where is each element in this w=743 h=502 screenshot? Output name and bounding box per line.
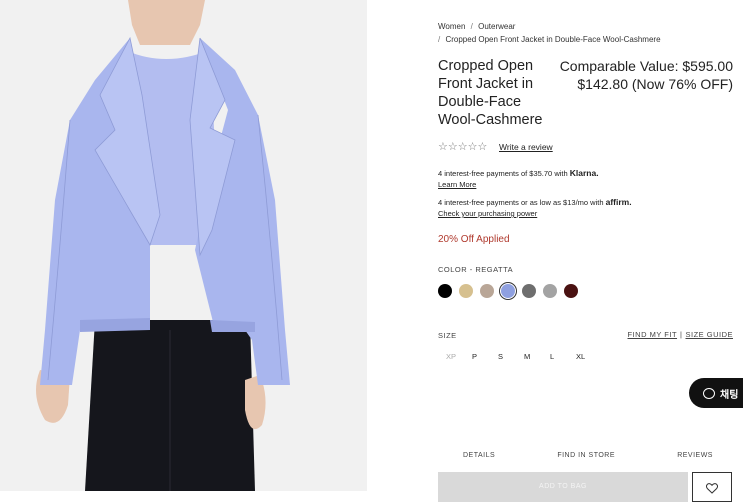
product-title: Cropped Open Front Jacket in Double-Face…: [438, 58, 543, 128]
chat-bubble-icon: [703, 387, 715, 399]
add-to-bag-button[interactable]: ADD TO BAG: [438, 472, 688, 502]
product-image[interactable]: [0, 0, 367, 491]
color-swatch[interactable]: [499, 282, 517, 300]
size-guide-link[interactable]: SIZE GUIDE: [685, 330, 733, 339]
size-option[interactable]: M: [516, 352, 542, 361]
discount-note: 20% Off Applied: [438, 234, 510, 245]
wishlist-button[interactable]: [692, 472, 732, 502]
klarna-info: 4 interest-free payments of $35.70 with …: [438, 168, 599, 190]
color-swatch[interactable]: [543, 284, 557, 298]
color-swatch[interactable]: [438, 284, 452, 298]
color-swatch[interactable]: [480, 284, 494, 298]
breadcrumb-separator: /: [438, 35, 441, 44]
color-label: COLOR - REGATTA: [438, 265, 513, 274]
product-details: Women / Outerwear / Cropped Open Front J…: [438, 0, 738, 491]
fit-links-divider: |: [680, 330, 683, 339]
price-block: Comparable Value: $595.00 $142.80 (Now 7…: [560, 57, 733, 93]
color-swatch[interactable]: [522, 284, 536, 298]
breadcrumb-current: Cropped Open Front Jacket in Double-Face…: [445, 35, 661, 44]
klarna-learn-more-link[interactable]: Learn More: [438, 179, 599, 190]
comparable-value: Comparable Value: $595.00: [559, 58, 733, 74]
affirm-info: 4 interest-free payments or as low as $1…: [438, 197, 632, 219]
rating-stars: ☆☆☆☆☆: [438, 141, 488, 153]
chat-button[interactable]: 채팅: [689, 378, 743, 408]
size-option[interactable]: XL: [568, 352, 594, 361]
product-photo-illustration: [0, 0, 367, 491]
tab-find-in-store[interactable]: FIND IN STORE: [532, 452, 640, 459]
product-tabs: DETAILS FIND IN STORE REVIEWS: [438, 452, 738, 459]
klarna-logo: Klarna.: [569, 168, 599, 178]
breadcrumb-women[interactable]: Women: [438, 22, 465, 31]
write-review-link[interactable]: Write a review: [499, 142, 553, 152]
size-options: XP P S M L XL: [438, 352, 594, 361]
tab-reviews[interactable]: REVIEWS: [652, 452, 738, 459]
breadcrumb-separator: /: [470, 22, 473, 31]
klarna-text: 4 interest-free payments of $35.70 with: [438, 169, 568, 178]
affirm-text: 4 interest-free payments or as low as $1…: [438, 198, 604, 207]
fit-links: FIND MY FIT | SIZE GUIDE: [628, 330, 734, 339]
chat-label: 채팅: [720, 389, 739, 401]
tab-details[interactable]: DETAILS: [438, 452, 520, 459]
sale-price: $142.80 (Now 76% OFF): [577, 76, 733, 92]
breadcrumb: Women / Outerwear / Cropped Open Front J…: [438, 20, 664, 46]
affirm-logo: affirm.: [605, 197, 632, 207]
color-selected-name: REGATTA: [475, 265, 514, 274]
size-option[interactable]: P: [464, 352, 490, 361]
breadcrumb-outerwear[interactable]: Outerwear: [478, 22, 515, 31]
size-label: SIZE: [438, 331, 457, 340]
color-swatch[interactable]: [564, 284, 578, 298]
heart-icon: [706, 483, 718, 494]
color-label-prefix: COLOR -: [438, 265, 473, 274]
size-option[interactable]: XP: [438, 352, 464, 361]
color-swatch[interactable]: [459, 284, 473, 298]
affirm-check-power-link[interactable]: Check your purchasing power: [438, 208, 632, 219]
color-swatches: [438, 282, 578, 300]
find-my-fit-link[interactable]: FIND MY FIT: [628, 330, 678, 339]
size-option[interactable]: L: [542, 352, 568, 361]
size-option[interactable]: S: [490, 352, 516, 361]
